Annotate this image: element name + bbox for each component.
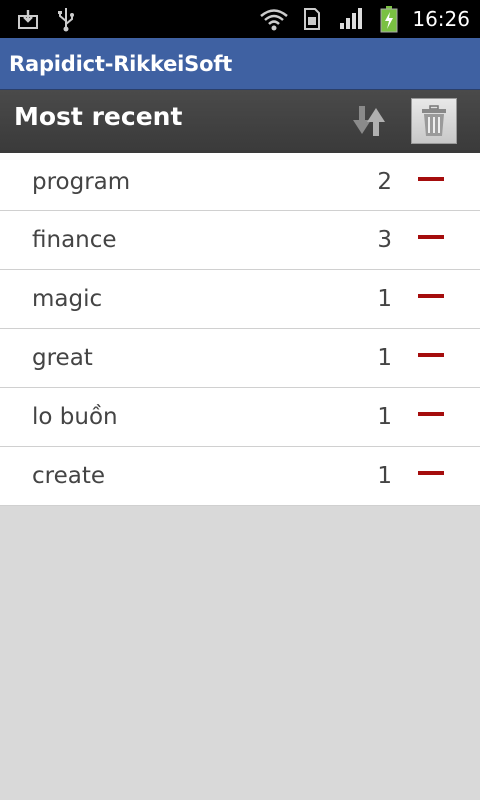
lookup-count: 1 — [377, 463, 392, 489]
status-bar: 16:26 — [0, 0, 480, 38]
remove-button[interactable] — [410, 284, 452, 314]
remove-button[interactable] — [410, 225, 452, 255]
history-word: program — [32, 169, 131, 195]
remove-button[interactable] — [410, 402, 452, 432]
sim-icon — [302, 0, 322, 38]
history-word: great — [32, 345, 93, 371]
list-item[interactable]: program 2 — [0, 153, 480, 211]
list-item[interactable]: great 1 — [0, 329, 480, 388]
signal-icon — [338, 0, 366, 38]
history-word: create — [32, 463, 106, 489]
remove-button[interactable] — [410, 343, 452, 373]
lookup-count: 1 — [377, 286, 392, 312]
history-word: lo buồn — [32, 404, 118, 430]
list-item[interactable]: lo buồn 1 — [0, 388, 480, 447]
minus-icon — [418, 412, 444, 416]
sort-button[interactable] — [346, 98, 392, 144]
usb-icon — [55, 0, 77, 38]
download-icon — [16, 0, 40, 38]
wifi-icon — [258, 0, 290, 38]
minus-icon — [418, 235, 444, 239]
remove-button[interactable] — [410, 167, 452, 197]
remove-button[interactable] — [410, 461, 452, 491]
clear-history-button[interactable] — [411, 98, 457, 144]
lookup-count: 2 — [377, 169, 392, 195]
minus-icon — [418, 471, 444, 475]
history-word: magic — [32, 286, 103, 312]
clock: 16:26 — [412, 7, 470, 31]
section-header: Most recent — [0, 90, 480, 153]
lookup-count: 1 — [377, 345, 392, 371]
minus-icon — [418, 353, 444, 357]
app-title: Rapidict-RikkeiSoft — [9, 52, 233, 76]
app-title-bar: Rapidict-RikkeiSoft — [0, 38, 480, 90]
minus-icon — [418, 177, 444, 181]
battery-charging-icon — [378, 0, 400, 38]
lookup-count: 3 — [377, 227, 392, 253]
sort-icon — [353, 106, 385, 136]
list-item[interactable]: create 1 — [0, 447, 480, 506]
list-item[interactable]: finance 3 — [0, 211, 480, 270]
history-word: finance — [32, 227, 117, 253]
minus-icon — [418, 294, 444, 298]
trash-icon — [422, 105, 446, 136]
page-title: Most recent — [14, 101, 183, 131]
history-list: program 2 finance 3 magic 1 great 1 lo b… — [0, 153, 480, 506]
list-item[interactable]: magic 1 — [0, 270, 480, 329]
lookup-count: 1 — [377, 404, 392, 430]
